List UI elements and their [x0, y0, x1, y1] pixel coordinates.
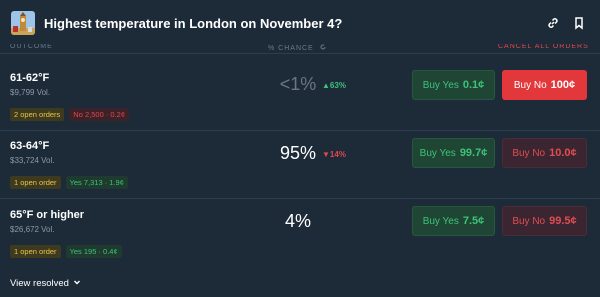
bookmark-icon[interactable]: [572, 16, 586, 30]
refresh-icon[interactable]: [320, 44, 326, 52]
buy-no-button[interactable]: Buy No 99.5¢: [502, 206, 587, 236]
big-ben-thumbnail: [11, 11, 35, 35]
outcome-volume: $26,672 Vol.: [10, 225, 55, 234]
view-resolved-link[interactable]: View resolved: [10, 278, 81, 289]
chance-change: ▲63%: [322, 81, 346, 90]
divider: [0, 130, 600, 131]
divider: [0, 198, 600, 199]
buy-no-button[interactable]: Buy No 100¢: [502, 70, 587, 100]
outcome-volume: $9,799 Vol.: [10, 88, 51, 97]
buy-no-button[interactable]: Buy No 10.0¢: [502, 138, 587, 168]
outcome-name: 63-64°F: [10, 140, 50, 152]
buy-yes-button[interactable]: Buy Yes 0.1¢: [412, 70, 495, 100]
outcome-name: 65°F or higher: [10, 209, 85, 221]
link-icon[interactable]: [546, 16, 560, 30]
outcome-name: 61-62°F: [10, 72, 50, 84]
chance-value: 4%: [284, 211, 311, 231]
open-orders-badge[interactable]: 1 open order: [10, 245, 61, 258]
open-orders-badge[interactable]: 2 open orders: [10, 108, 65, 121]
market-header: Highest temperature in London on Novembe…: [0, 0, 600, 46]
position-badge: Yes 7,313 · 1.9¢: [65, 176, 128, 189]
buy-yes-button[interactable]: Buy Yes 7.5¢: [412, 206, 495, 236]
buy-yes-button[interactable]: Buy Yes 99.7¢: [412, 138, 495, 168]
outcome-volume: $33,724 Vol.: [10, 156, 55, 165]
chance-value: 95%: [279, 143, 317, 163]
open-orders-badge[interactable]: 1 open order: [10, 176, 61, 189]
divider: [0, 53, 600, 54]
chance-change: ▼14%: [322, 150, 346, 159]
page-title: Highest temperature in London on Novembe…: [44, 15, 343, 31]
position-badge: No 2,500 · 0.2¢: [69, 108, 129, 121]
chance-value: <1%: [279, 74, 317, 94]
chevron-down-icon: [73, 278, 81, 289]
position-badge: Yes 195 · 0.4¢: [65, 245, 122, 258]
